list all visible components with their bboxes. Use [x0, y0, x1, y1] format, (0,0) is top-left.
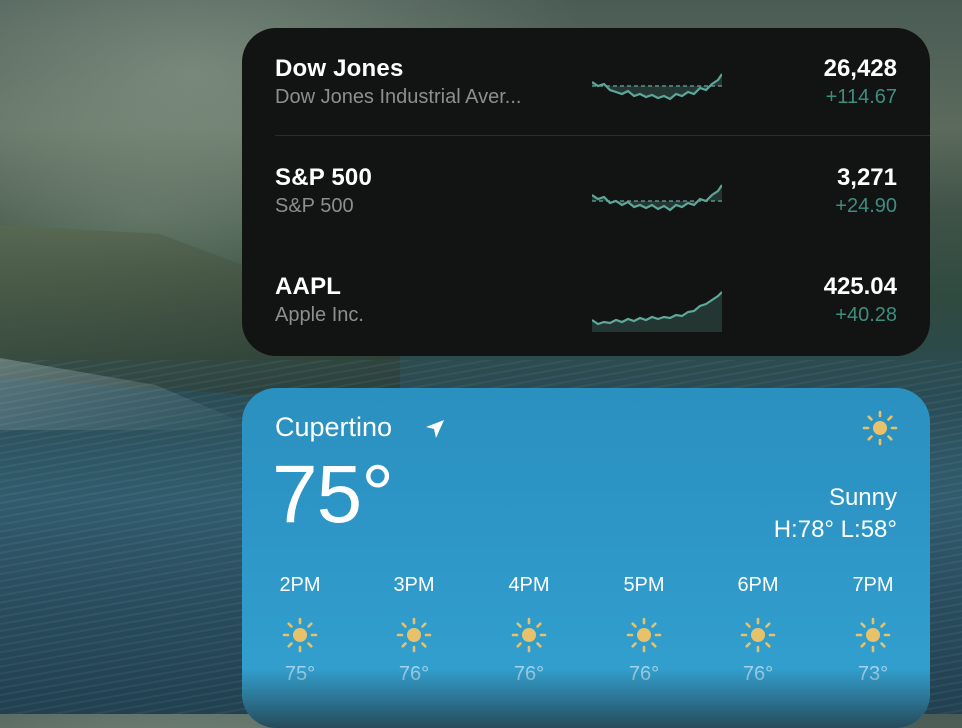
sun-icon	[862, 410, 898, 446]
stock-row-dow-jones[interactable]: Dow Jones Dow Jones Industrial Aver... 2…	[242, 28, 930, 137]
stock-symbol: Dow Jones	[275, 55, 404, 82]
hour-label: 4PM	[508, 574, 550, 596]
sun-icon	[740, 617, 776, 653]
stock-price: 26,428	[823, 55, 897, 82]
hour-label: 7PM	[852, 574, 894, 596]
hour-label: 5PM	[623, 574, 665, 596]
stock-price: 3,271	[836, 164, 897, 191]
sun-icon	[396, 617, 432, 653]
sun-icon	[282, 617, 318, 653]
stock-price: 425.04	[823, 273, 897, 300]
location-arrow-icon	[426, 420, 444, 438]
stock-symbol: S&P 500	[275, 164, 373, 191]
sun-icon	[626, 617, 662, 653]
stock-symbol: AAPL	[275, 273, 342, 300]
hour-label: 6PM	[737, 574, 779, 596]
stock-name: S&P 500	[275, 195, 354, 217]
sparkline-chart	[592, 291, 722, 332]
sparkline-chart	[592, 73, 722, 101]
row-divider	[275, 135, 930, 136]
sun-icon	[855, 617, 891, 653]
weather-condition: Sunny	[828, 484, 897, 511]
stock-name: Apple Inc.	[275, 304, 364, 326]
hour-label: 2PM	[279, 574, 321, 596]
stock-change: +24.90	[835, 195, 897, 217]
high-low-temperature: H:78° L:58°	[773, 516, 897, 543]
hour-label: 3PM	[393, 574, 435, 596]
sun-icon	[511, 617, 547, 653]
weather-city: Cupertino	[275, 412, 393, 442]
bottom-fade-overlay	[242, 668, 930, 728]
stock-row-aapl[interactable]: AAPL Apple Inc. 425.04 +40.28	[242, 246, 930, 355]
sparkline-chart	[592, 184, 722, 212]
stocks-widget[interactable]: Dow Jones Dow Jones Industrial Aver... 2…	[242, 28, 930, 356]
current-temperature: 75°	[272, 449, 394, 540]
stock-change: +114.67	[825, 86, 897, 108]
stock-row-sp500[interactable]: S&P 500 S&P 500 3,271 +24.90	[242, 137, 930, 246]
weather-widget[interactable]: Cupertino 75° Sunny H:78° L:58° 2PM 3PM …	[242, 388, 930, 728]
stock-name: Dow Jones Industrial Aver...	[275, 86, 522, 108]
stock-change: +40.28	[835, 304, 897, 326]
